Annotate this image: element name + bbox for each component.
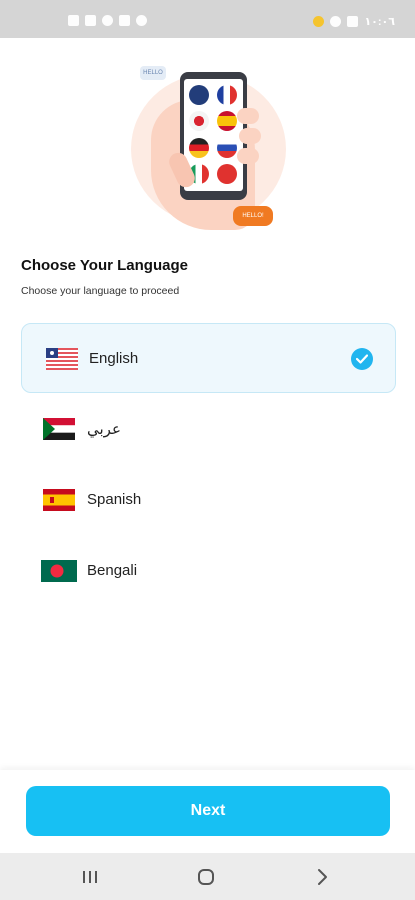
alarm-icon (136, 15, 147, 26)
france-flag-icon (216, 85, 237, 105)
wifi-icon (102, 15, 113, 26)
back-icon[interactable] (312, 867, 332, 887)
japan-flag-icon (189, 111, 209, 132)
language-option-english[interactable]: English (21, 323, 396, 393)
status-bar: ١٠:٠٦ (0, 0, 415, 38)
next-button[interactable]: Next (26, 786, 390, 836)
language-option-spanish[interactable]: Spanish (21, 465, 396, 535)
cloud-icon (330, 16, 342, 27)
checkmark-icon (351, 348, 373, 370)
sim-icon (68, 15, 79, 26)
sudan-flag-icon (43, 418, 75, 440)
language-label: عربي (87, 421, 121, 438)
home-icon[interactable] (196, 867, 216, 887)
finger-3 (237, 148, 259, 164)
hand-phone-illustration: HELLO HELLO! (125, 60, 290, 230)
germany-flag-icon (189, 137, 209, 158)
page-title: Choose Your Language (21, 257, 188, 274)
liberia-flag-icon (46, 348, 78, 370)
finger-1 (237, 108, 259, 124)
china-flag-icon (216, 163, 237, 184)
spain-flag-small-icon (216, 111, 237, 132)
finger-2 (239, 128, 261, 144)
status-right-icons: ١٠:٠٦ (313, 15, 395, 28)
recents-icon[interactable] (80, 867, 100, 887)
language-label: Bengali (87, 562, 138, 579)
status-left-icons (68, 15, 147, 26)
language-selection-screen: ١٠:٠٦ HELLO HELLO! Choose Your Language (0, 0, 415, 900)
language-label: English (89, 350, 139, 367)
language-label: Spanish (87, 491, 142, 508)
status-time: ١٠:٠٦ (364, 16, 395, 28)
language-option-arabic[interactable]: عربي (21, 394, 396, 464)
uk-flag-icon (189, 85, 209, 105)
signal-icon (85, 15, 96, 26)
spain-flag-icon (43, 489, 75, 511)
system-nav-bar (0, 853, 415, 900)
muted-icon (119, 15, 130, 26)
speech-bubble-right: HELLO! (233, 206, 273, 226)
notification-icon (313, 16, 325, 27)
bangladesh-flag-icon (41, 560, 77, 582)
speech-bubble-left: HELLO (140, 66, 166, 80)
language-option-bengali[interactable]: Bengali (21, 536, 396, 606)
image-icon (347, 16, 359, 27)
page-subtitle: Choose your language to proceed (21, 285, 180, 297)
footer: Next (0, 770, 415, 853)
russia-flag-icon (216, 137, 237, 158)
